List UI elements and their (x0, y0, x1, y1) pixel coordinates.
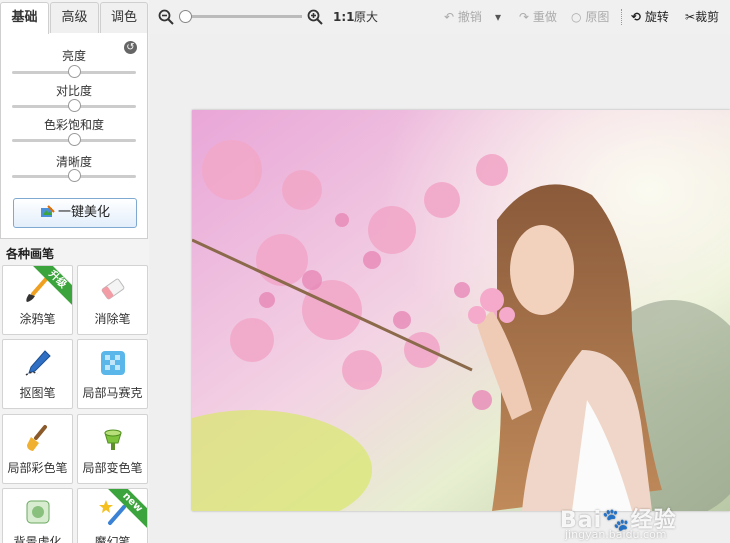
tool-cutout-pen[interactable]: 抠图笔 (2, 339, 73, 409)
toolbar-divider (621, 9, 622, 25)
tool-magic-pen[interactable]: new 魔幻笔 (77, 488, 148, 543)
one-click-beautify-label: 一键美化 (57, 205, 110, 220)
zoom-slider-knob[interactable] (179, 10, 192, 23)
undo-label: 撤销 (457, 10, 482, 24)
brightness-slider[interactable] (12, 65, 136, 78)
crop-button[interactable]: ✂裁剪 (685, 8, 719, 26)
photo-image (192, 110, 730, 511)
zoom-out-icon[interactable] (158, 9, 174, 25)
edited-photo[interactable] (192, 110, 730, 511)
view-original-label: 原图 (585, 10, 610, 24)
left-panel: 基础 高级 调色 ↺ 亮度 对比度 色彩饱和度 清晰度 一键美化 各种画笔 升级… (0, 0, 149, 543)
rotate-label: 旋转 (644, 10, 669, 24)
tool-label: 局部变色笔 (82, 461, 143, 475)
basic-adjust-panel: ↺ 亮度 对比度 色彩饱和度 清晰度 一键美化 (0, 33, 148, 239)
color-change-icon (104, 429, 122, 450)
view-original-button[interactable]: ○ 原图 (571, 8, 609, 26)
tool-doodle-pen[interactable]: 升级 涂鸦笔 (2, 265, 73, 335)
undo-history-dropdown[interactable]: ▾ (495, 8, 501, 26)
zoom-in-icon[interactable] (307, 9, 323, 25)
tool-label: 涂鸦笔 (19, 312, 56, 326)
sharpness-label: 清晰度 (55, 155, 92, 169)
redo-label: 重做 (532, 10, 557, 24)
tab-basic[interactable]: 基础 (0, 2, 49, 34)
tab-bar: 基础 高级 调色 (0, 2, 149, 34)
brightness-label: 亮度 (61, 49, 86, 63)
tool-label: 局部彩色笔 (7, 461, 68, 475)
rotate-icon: ⟲ (631, 10, 642, 24)
redo-button[interactable]: ↷ 重做 (519, 8, 557, 26)
sharpness-slider[interactable] (12, 169, 136, 182)
saturation-label: 色彩饱和度 (43, 118, 104, 132)
top-toolbar: 1:1 原大 ↶ 撤销 ▾ ↷ 重做 ○ 原图 ⟲ 旋转 ✂裁剪 (150, 0, 730, 34)
tool-label: 局部马赛克 (82, 386, 143, 400)
cutout-pen-icon (25, 350, 51, 376)
undo-button[interactable]: ↶ 撤销 (444, 8, 482, 26)
ratio-1-1-button[interactable]: 1:1 (333, 8, 355, 26)
mosaic-icon (101, 351, 125, 375)
eraser-icon (101, 278, 125, 300)
tool-label: 魔幻笔 (94, 535, 131, 543)
rotate-button[interactable]: ⟲ 旋转 (631, 8, 669, 26)
crop-label: 裁剪 (695, 10, 720, 24)
saturation-knob[interactable] (67, 133, 81, 146)
zoom-slider[interactable] (184, 15, 302, 18)
sharpness-knob[interactable] (67, 169, 81, 182)
tool-local-color-change[interactable]: 局部变色笔 (77, 414, 148, 484)
magic-wand-icon (40, 205, 55, 217)
background-blur-icon (26, 500, 50, 524)
tab-advanced[interactable]: 高级 (50, 2, 99, 33)
chevron-down-icon: ▾ (495, 10, 502, 24)
tool-label: 消除笔 (94, 312, 131, 326)
color-brush-icon (27, 425, 47, 451)
tool-local-mosaic[interactable]: 局部马赛克 (77, 339, 148, 409)
tool-eraser-pen[interactable]: 消除笔 (77, 265, 148, 335)
redo-icon: ↷ (519, 10, 530, 24)
one-click-beautify-button[interactable]: 一键美化 (13, 198, 137, 228)
tool-background-blur[interactable]: 背景虚化 (2, 488, 73, 543)
tool-label: 背景虚化 (13, 535, 62, 543)
tab-color-tune[interactable]: 调色 (100, 2, 148, 33)
circle-icon: ○ (571, 10, 582, 24)
undo-icon: ↶ (444, 10, 455, 24)
editing-canvas[interactable]: Bai🐾经验 jingyan.baidu.com (150, 34, 730, 543)
brightness-knob[interactable] (67, 65, 81, 78)
tool-label: 抠图笔 (19, 386, 56, 400)
contrast-label: 对比度 (55, 84, 92, 98)
saturation-slider[interactable] (12, 133, 136, 146)
tool-local-color-brush[interactable]: 局部彩色笔 (2, 414, 73, 484)
watermark-url: jingyan.baidu.com (565, 528, 667, 541)
contrast-slider[interactable] (12, 99, 136, 112)
scissors-icon: ✂ (685, 10, 696, 24)
contrast-knob[interactable] (67, 99, 81, 112)
original-size-button[interactable]: 原大 (354, 8, 378, 26)
brushes-section-title: 各种画笔 (6, 247, 55, 261)
